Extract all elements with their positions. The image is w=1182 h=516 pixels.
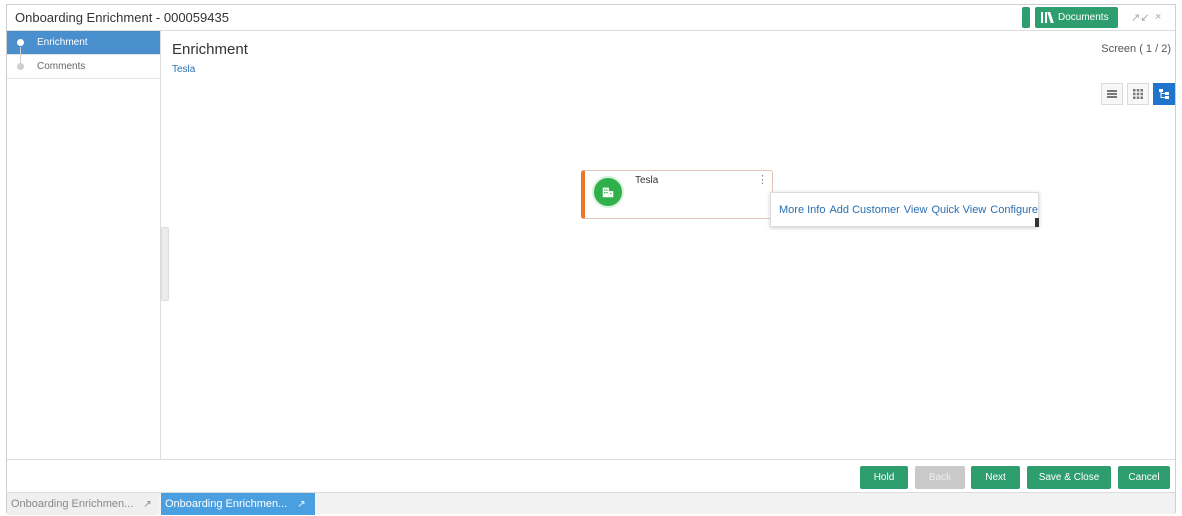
expand-icon[interactable]: ↗ — [143, 499, 151, 510]
main-content: Enrichment Tesla Screen ( 1 / 2) Tesla ⋮… — [163, 31, 1175, 459]
org-node-card[interactable]: Tesla ⋮ — [581, 170, 773, 219]
expand-icon[interactable]: ↗ — [297, 499, 305, 510]
building-icon — [592, 176, 624, 208]
minimize-icon[interactable]: ↗↙ — [1131, 11, 1149, 24]
menu-item-view[interactable]: View — [904, 204, 928, 216]
step-dot-icon — [17, 63, 24, 70]
kebab-menu-icon[interactable]: ⋮ — [757, 175, 768, 186]
screen-counter: Screen ( 1 / 2) — [1101, 43, 1171, 55]
nav-item-label: Enrichment — [37, 37, 88, 48]
page-subtitle[interactable]: Tesla — [172, 64, 195, 75]
nav-item-label: Comments — [37, 61, 86, 72]
task-tab-label: Onboarding Enrichmen... — [165, 498, 288, 510]
cancel-button[interactable]: Cancel — [1118, 466, 1170, 489]
action-footer: Hold Back Next Save & Close Cancel — [7, 459, 1175, 492]
resize-handle — [1035, 218, 1039, 227]
next-button[interactable]: Next — [971, 466, 1020, 489]
menu-item-configure[interactable]: Configure — [990, 204, 1038, 216]
left-nav: Enrichment Comments — [7, 31, 161, 459]
documents-label: Documents — [1058, 12, 1109, 23]
task-tab-inactive[interactable]: Onboarding Enrichmen... ↗ — [7, 493, 157, 515]
list-view-icon[interactable] — [1101, 83, 1123, 105]
tree-view-icon[interactable] — [1153, 83, 1175, 105]
title-bar: Onboarding Enrichment - 000059435 Docume… — [7, 5, 1175, 31]
menu-item-more-info[interactable]: More Info — [779, 204, 825, 216]
step-dot-icon — [17, 39, 24, 46]
taskbar: Onboarding Enrichmen... ↗ Onboarding Enr… — [7, 492, 1175, 515]
menu-item-quick-view[interactable]: Quick View — [931, 204, 986, 216]
save-close-button[interactable]: Save & Close — [1027, 466, 1111, 489]
documents-accent — [1022, 7, 1030, 28]
nav-item-comments[interactable]: Comments — [7, 55, 160, 79]
view-toggle — [1101, 83, 1175, 105]
documents-button[interactable]: Documents — [1035, 7, 1118, 28]
window-frame: Onboarding Enrichment - 000059435 Docume… — [6, 4, 1176, 515]
library-icon — [1041, 12, 1054, 23]
close-icon[interactable]: × — [1155, 11, 1161, 23]
menu-item-add-customer[interactable]: Add Customer — [829, 204, 899, 216]
grid-view-icon[interactable] — [1127, 83, 1149, 105]
node-context-menu: More Info Add Customer View Quick View C… — [770, 192, 1039, 227]
node-label: Tesla — [635, 175, 659, 186]
task-tab-label: Onboarding Enrichmen... — [11, 498, 134, 510]
task-tab-active[interactable]: Onboarding Enrichmen... ↗ — [161, 493, 315, 515]
window-title: Onboarding Enrichment - 000059435 — [15, 10, 229, 25]
nav-item-enrichment[interactable]: Enrichment — [7, 31, 160, 65]
back-button[interactable]: Back — [915, 466, 965, 489]
page-title: Enrichment — [172, 41, 248, 58]
hold-button[interactable]: Hold — [860, 466, 908, 489]
